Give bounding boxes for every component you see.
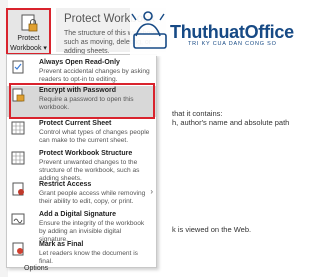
- brand-name: ThuthuatOffice: [170, 22, 294, 42]
- protect-button-label-line2: Workbook ▾: [10, 45, 47, 52]
- protect-workbook-button[interactable]: Protect Workbook ▾: [6, 8, 51, 55]
- menu-item-always-open-read-only[interactable]: Always Open Read-Only Prevent accidental…: [7, 58, 156, 86]
- submenu-arrow-icon: ›: [150, 187, 153, 196]
- workbook-structure-icon: [11, 151, 25, 165]
- sheet-lock-icon: [11, 121, 25, 135]
- options-link[interactable]: Options: [24, 265, 48, 272]
- menu-item-description: Let readers know the document is final.: [39, 250, 138, 265]
- menu-item-restrict-access[interactable]: Restrict Access Grant people access whil…: [7, 180, 156, 209]
- read-only-icon: [12, 60, 24, 74]
- encrypt-highlight-frame: [9, 83, 155, 119]
- menu-item-protect-current-sheet[interactable]: Protect Current Sheet Control what types…: [7, 119, 156, 147]
- info-line-1: that it contains:: [172, 109, 223, 118]
- info-line-2: h, author's name and absolute path: [172, 118, 290, 127]
- menu-item-description: Grant people access while removing their…: [39, 190, 146, 205]
- menu-item-description: Control what types of changes people can…: [39, 129, 150, 144]
- menu-item-title: Add a Digital Signature: [39, 211, 117, 218]
- mark-final-icon: [12, 242, 24, 256]
- menu-item-add-digital-signature[interactable]: Add a Digital Signature Ensure the integ…: [7, 210, 156, 243]
- menu-item-title: Restrict Access: [39, 181, 92, 188]
- menu-item-description: Prevent unwanted changes to the structur…: [39, 159, 140, 182]
- restrict-access-icon: [12, 182, 24, 196]
- menu-item-mark-as-final[interactable]: Mark as Final Let readers know the docum…: [7, 240, 156, 265]
- protect-button-label-line1: Protect: [17, 35, 40, 42]
- brand-tagline: TRI KY CUA DAN CONG SO: [188, 41, 277, 47]
- menu-item-description: Prevent accidental changes by asking rea…: [39, 68, 150, 83]
- menu-item-protect-workbook-structure[interactable]: Protect Workbook Structure Prevent unwan…: [7, 149, 156, 182]
- info-line-3: k is viewed on the Web.: [172, 225, 252, 234]
- signature-icon: [11, 213, 25, 225]
- protect-workbook-icon: [21, 14, 38, 32]
- menu-item-title: Mark as Final: [39, 241, 84, 248]
- menu-item-title: Protect Workbook Structure: [39, 150, 133, 157]
- menu-item-title: Always Open Read-Only: [39, 59, 120, 66]
- menu-item-title: Protect Current Sheet: [39, 120, 112, 127]
